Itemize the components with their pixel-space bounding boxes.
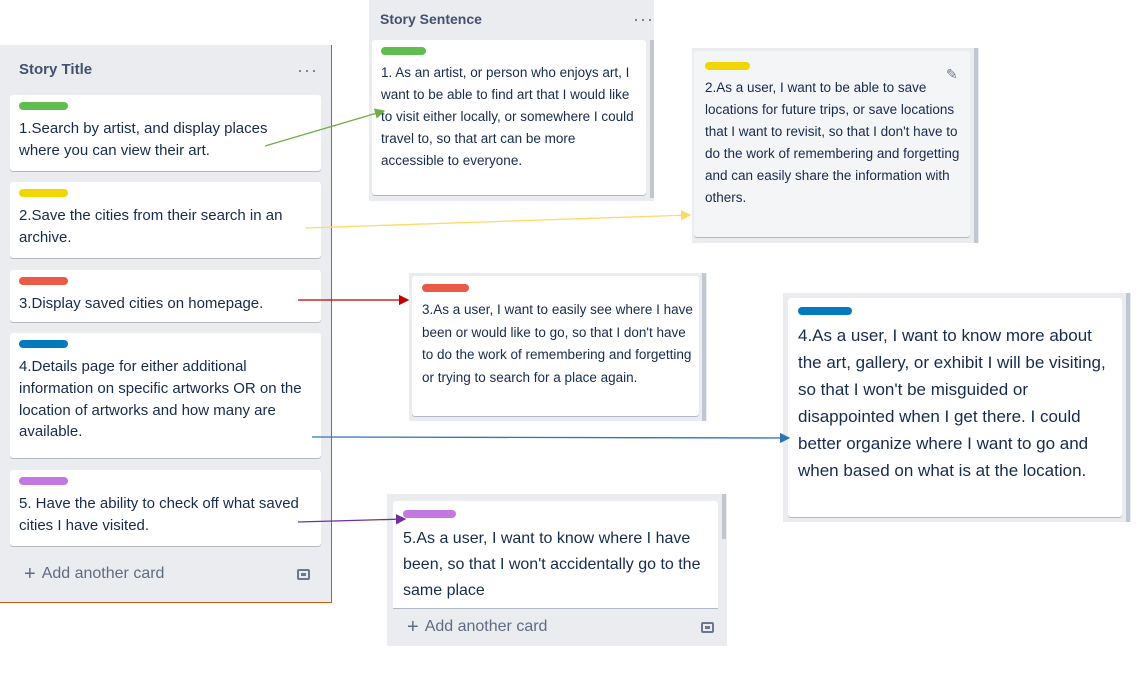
purple-arrow xyxy=(297,514,407,525)
yellow-arrow xyxy=(304,210,692,229)
connector-arrows xyxy=(264,108,791,525)
green-arrow xyxy=(264,108,386,147)
blue-arrow xyxy=(311,432,791,444)
